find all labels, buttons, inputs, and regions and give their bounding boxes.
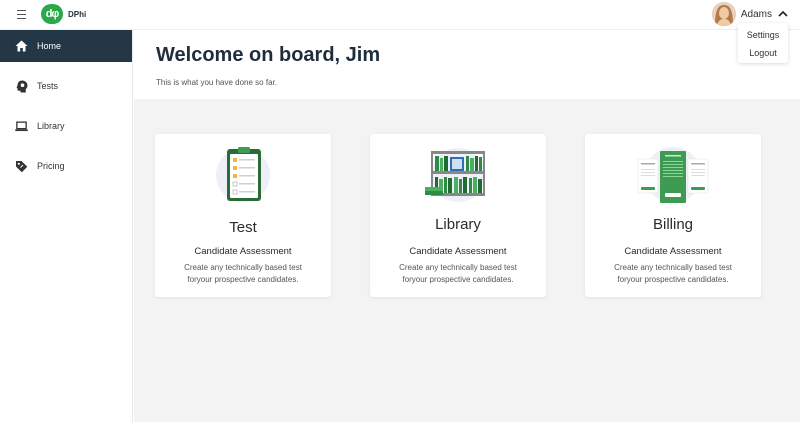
card-description: Create any technically based test foryou… (184, 263, 302, 284)
clipboard-checklist-illustration (155, 140, 331, 210)
top-bar: dφ DPhi Adams (0, 0, 800, 30)
sidebar-item-pricing[interactable]: Pricing (0, 150, 132, 182)
sidebar-item-library[interactable]: Library (0, 110, 132, 142)
tag-icon (15, 160, 28, 173)
sidebar-item-tests[interactable]: Tests (0, 70, 132, 102)
page-header: Welcome on board, Jim This is what you h… (134, 31, 800, 99)
laptop-icon (15, 120, 28, 133)
bookshelf-illustration (370, 140, 546, 210)
page-subtitle: This is what you have done so far. (156, 78, 277, 87)
brand-logo[interactable]: dφ DPhi (41, 3, 86, 25)
logo-mark: dφ (41, 4, 63, 24)
home-icon (15, 40, 28, 53)
logo-text: DPhi (68, 9, 87, 19)
card-title: Billing (652, 216, 694, 233)
page-title: Welcome on board, Jim (156, 44, 381, 66)
card-library[interactable]: Library Candidate Assessment Create any … (370, 134, 546, 297)
sidebar: Home Tests Library Pricing (0, 30, 133, 422)
card-subtitle: Candidate Assessment (409, 246, 507, 257)
card-subtitle: Candidate Assessment (624, 246, 722, 257)
sidebar-item-label: Tests (37, 81, 59, 91)
pricing-plans-illustration (585, 140, 761, 210)
sidebar-item-label: Home (37, 41, 62, 51)
card-description: Create any technically based test foryou… (399, 263, 517, 284)
user-name: Adams (740, 8, 772, 20)
menu-icon[interactable] (17, 10, 26, 19)
sidebar-item-label: Library (37, 121, 65, 131)
dashboard-content: Test Candidate Assessment Create any tec… (134, 99, 800, 422)
avatar[interactable] (711, 2, 736, 26)
menu-item-settings[interactable]: Settings (738, 26, 788, 44)
user-dropdown: Settings Logout (738, 23, 788, 63)
chevron-up-icon[interactable] (778, 10, 788, 18)
sidebar-item-label: Pricing (37, 161, 65, 171)
menu-item-logout[interactable]: Logout (738, 44, 788, 62)
sidebar-item-home[interactable]: Home (0, 30, 132, 62)
card-description: Create any technically based test foryou… (614, 263, 732, 284)
card-subtitle: Candidate Assessment (194, 246, 292, 257)
card-title: Test (229, 219, 257, 236)
card-title: Library (435, 216, 481, 233)
card-test[interactable]: Test Candidate Assessment Create any tec… (155, 134, 331, 297)
head-icon (15, 80, 28, 93)
card-billing[interactable]: Billing Candidate Assessment Create any … (585, 134, 761, 297)
